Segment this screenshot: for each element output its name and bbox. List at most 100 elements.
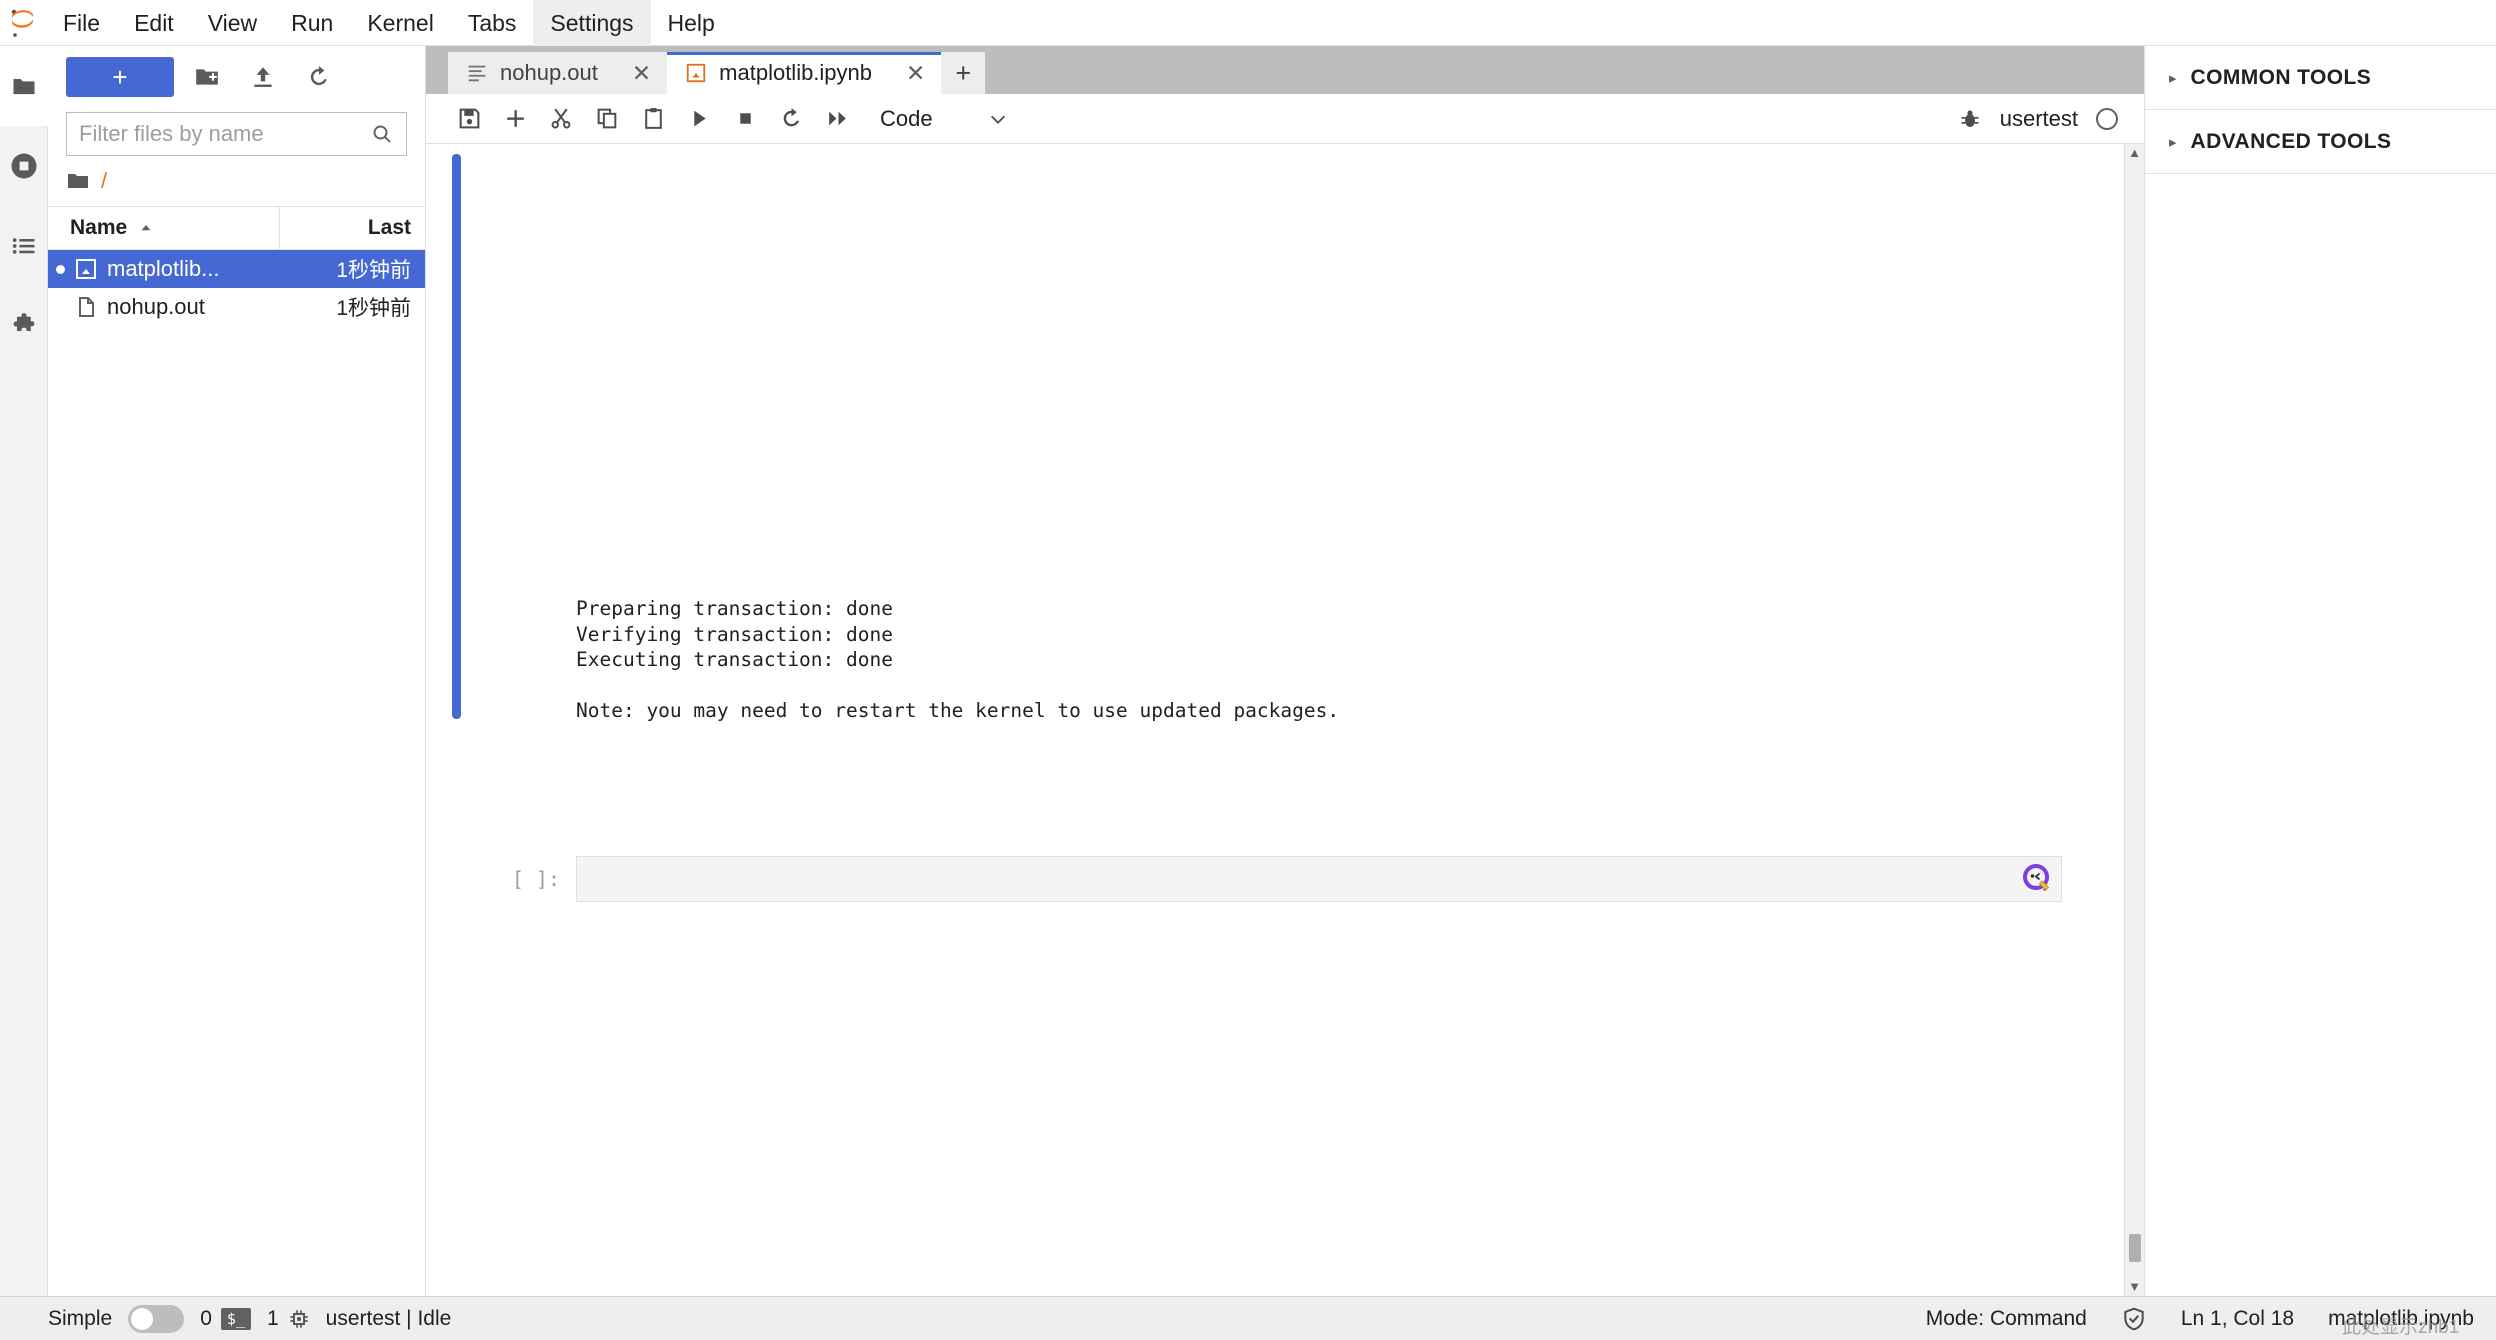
shield-check-icon[interactable] [2121, 1306, 2147, 1332]
column-header-last-modified[interactable]: Last Modified [280, 206, 425, 283]
active-cell-indicator [452, 154, 461, 719]
tab-label: matplotlib.ipynb [719, 60, 873, 85]
sidebar-item-file-browser[interactable] [0, 46, 48, 126]
panel-section-title: ADVANCED TOOLS [2190, 129, 2392, 153]
kernel-name[interactable]: usertest [2000, 106, 2078, 132]
status-bar: Simple 0 $_ 1 usertest | Idle Mode: Comm… [0, 1296, 2496, 1340]
upload-icon [254, 67, 272, 87]
menu-item-edit[interactable]: Edit [117, 0, 191, 46]
new-folder-button[interactable] [184, 57, 230, 97]
cut-button[interactable] [538, 96, 584, 142]
bug-icon[interactable] [1958, 107, 1982, 131]
scroll-down-arrow-icon[interactable]: ▼ [2128, 1278, 2141, 1296]
search-input[interactable] [79, 121, 370, 147]
stop-circle-icon [11, 153, 37, 179]
unsaved-indicator-icon [56, 264, 65, 274]
new-folder-icon [196, 69, 218, 85]
restart-icon [783, 108, 799, 127]
cell-type-dropdown[interactable]: Code [880, 106, 1009, 132]
fast-forward-icon [828, 111, 846, 126]
property-inspector-panel: ▸ COMMON TOOLS ▸ ADVANCED TOOLS [2144, 46, 2496, 1296]
panel-section-common-tools[interactable]: ▸ COMMON TOOLS [2145, 46, 2496, 110]
cursor-position[interactable]: Ln 1, Col 18 [2181, 1307, 2294, 1331]
column-header-name[interactable]: Name [48, 206, 280, 250]
file-icon [74, 295, 98, 319]
simple-mode-toggle[interactable] [128, 1304, 185, 1333]
kernels-status[interactable]: 1 [267, 1307, 310, 1331]
play-icon [693, 110, 706, 127]
file-filter-box[interactable] [66, 112, 407, 156]
code-editor-input[interactable] [576, 856, 2062, 902]
menu-item-file[interactable]: File [46, 0, 117, 46]
notebook-icon [74, 257, 98, 281]
menu-item-view[interactable]: View [191, 0, 274, 46]
notebook-icon [685, 62, 707, 84]
ai-assistant-icon[interactable] [2021, 862, 2055, 901]
menu-bar: File Edit View Run Kernel Tabs Settings Help [0, 0, 2496, 46]
chevron-down-icon [990, 115, 1005, 124]
paste-button[interactable] [630, 96, 676, 142]
file-list-item[interactable]: nohup.out 1秒钟前 [48, 288, 425, 326]
notebook-mode[interactable]: Mode: Command [1926, 1307, 2087, 1331]
notebook-toolbar: Code usertest [426, 94, 2144, 144]
panel-section-title: COMMON TOOLS [2190, 65, 2372, 89]
menu-item-settings[interactable]: Settings [533, 0, 651, 46]
simple-mode-label: Simple [48, 1306, 113, 1330]
new-launcher-button[interactable]: + [66, 57, 174, 97]
terminals-count: 0 [200, 1306, 212, 1330]
watermark-text: 此处显示zhb1 [2342, 1316, 2460, 1338]
menu-item-help[interactable]: Help [651, 0, 732, 46]
scrollbar-thumb[interactable] [2129, 1234, 2141, 1262]
scissors-icon [551, 108, 570, 129]
status-bar-right: Mode: Command Ln 1, Col 18 matplotlib.ip… [1926, 1306, 2496, 1338]
terminals-status[interactable]: 0 $_ [200, 1307, 251, 1331]
cell-type-value: Code [880, 105, 933, 131]
dock-panel: nohup.out ✕ matplotlib.ipynb ✕ + Code us… [426, 46, 2144, 1296]
kernel-status-icon [2096, 107, 2118, 130]
file-list-item[interactable]: matplotlib... 1秒钟前 [48, 250, 425, 288]
clipboard-icon [644, 108, 662, 129]
breadcrumb[interactable]: / [48, 156, 425, 206]
scroll-up-arrow-icon[interactable]: ▲ [2128, 144, 2141, 162]
refresh-icon [310, 66, 327, 86]
notebook-input-cell[interactable]: [ ]: [490, 856, 2062, 902]
panel-section-advanced-tools[interactable]: ▸ ADVANCED TOOLS [2145, 110, 2496, 174]
column-header-name-label: Name [70, 216, 128, 239]
tab-nohup-out[interactable]: nohup.out ✕ [448, 52, 668, 94]
menu-item-kernel[interactable]: Kernel [350, 0, 450, 46]
stop-icon [739, 113, 751, 124]
copy-icon [597, 108, 616, 129]
status-bar-left: Simple 0 $_ 1 usertest | Idle [0, 1304, 452, 1333]
plus-icon [506, 110, 524, 127]
copy-button[interactable] [584, 96, 630, 142]
menu-item-run[interactable]: Run [274, 0, 350, 46]
cell-prompt: [ ]: [511, 867, 560, 891]
sidebar-item-running-sessions[interactable] [0, 126, 48, 206]
run-button[interactable] [676, 96, 722, 142]
insert-cell-button[interactable] [492, 96, 538, 142]
stop-button[interactable] [722, 96, 768, 142]
cell-output-text: Preparing transaction: done Verifying tr… [576, 597, 1340, 723]
tab-matplotlib-ipynb[interactable]: matplotlib.ipynb ✕ [667, 52, 942, 94]
close-icon[interactable]: ✕ [632, 61, 651, 85]
restart-run-all-button[interactable] [814, 96, 860, 142]
sidebar-item-extensions[interactable] [0, 286, 48, 366]
sort-ascending-icon [141, 225, 151, 231]
close-icon[interactable]: ✕ [906, 61, 925, 85]
restart-button[interactable] [768, 96, 814, 142]
notebook-scroll-region: Preparing transaction: done Verifying tr… [426, 144, 2124, 1296]
notebook-vertical-scrollbar[interactable]: ▲ ▼ [2124, 144, 2144, 1296]
terminal-icon: $_ [220, 1307, 251, 1330]
kernel-status-text[interactable]: usertest | Idle [326, 1307, 452, 1331]
upload-button[interactable] [240, 57, 286, 97]
status-filename-group: matplotlib.ipynb 此处显示zhb1 [2328, 1307, 2474, 1338]
file-list: matplotlib... 1秒钟前 nohup.out 1秒钟前 [48, 250, 425, 1296]
save-button[interactable] [446, 96, 492, 142]
refresh-button[interactable] [296, 57, 342, 97]
menu-item-tabs[interactable]: Tabs [451, 0, 534, 46]
notebook-toolbar-right: usertest [1958, 106, 2132, 132]
sidebar-item-commands[interactable] [0, 206, 48, 286]
add-tab-button[interactable]: + [941, 52, 986, 94]
tab-bar: nohup.out ✕ matplotlib.ipynb ✕ + [426, 46, 2144, 94]
breadcrumb-path[interactable]: / [101, 168, 107, 194]
